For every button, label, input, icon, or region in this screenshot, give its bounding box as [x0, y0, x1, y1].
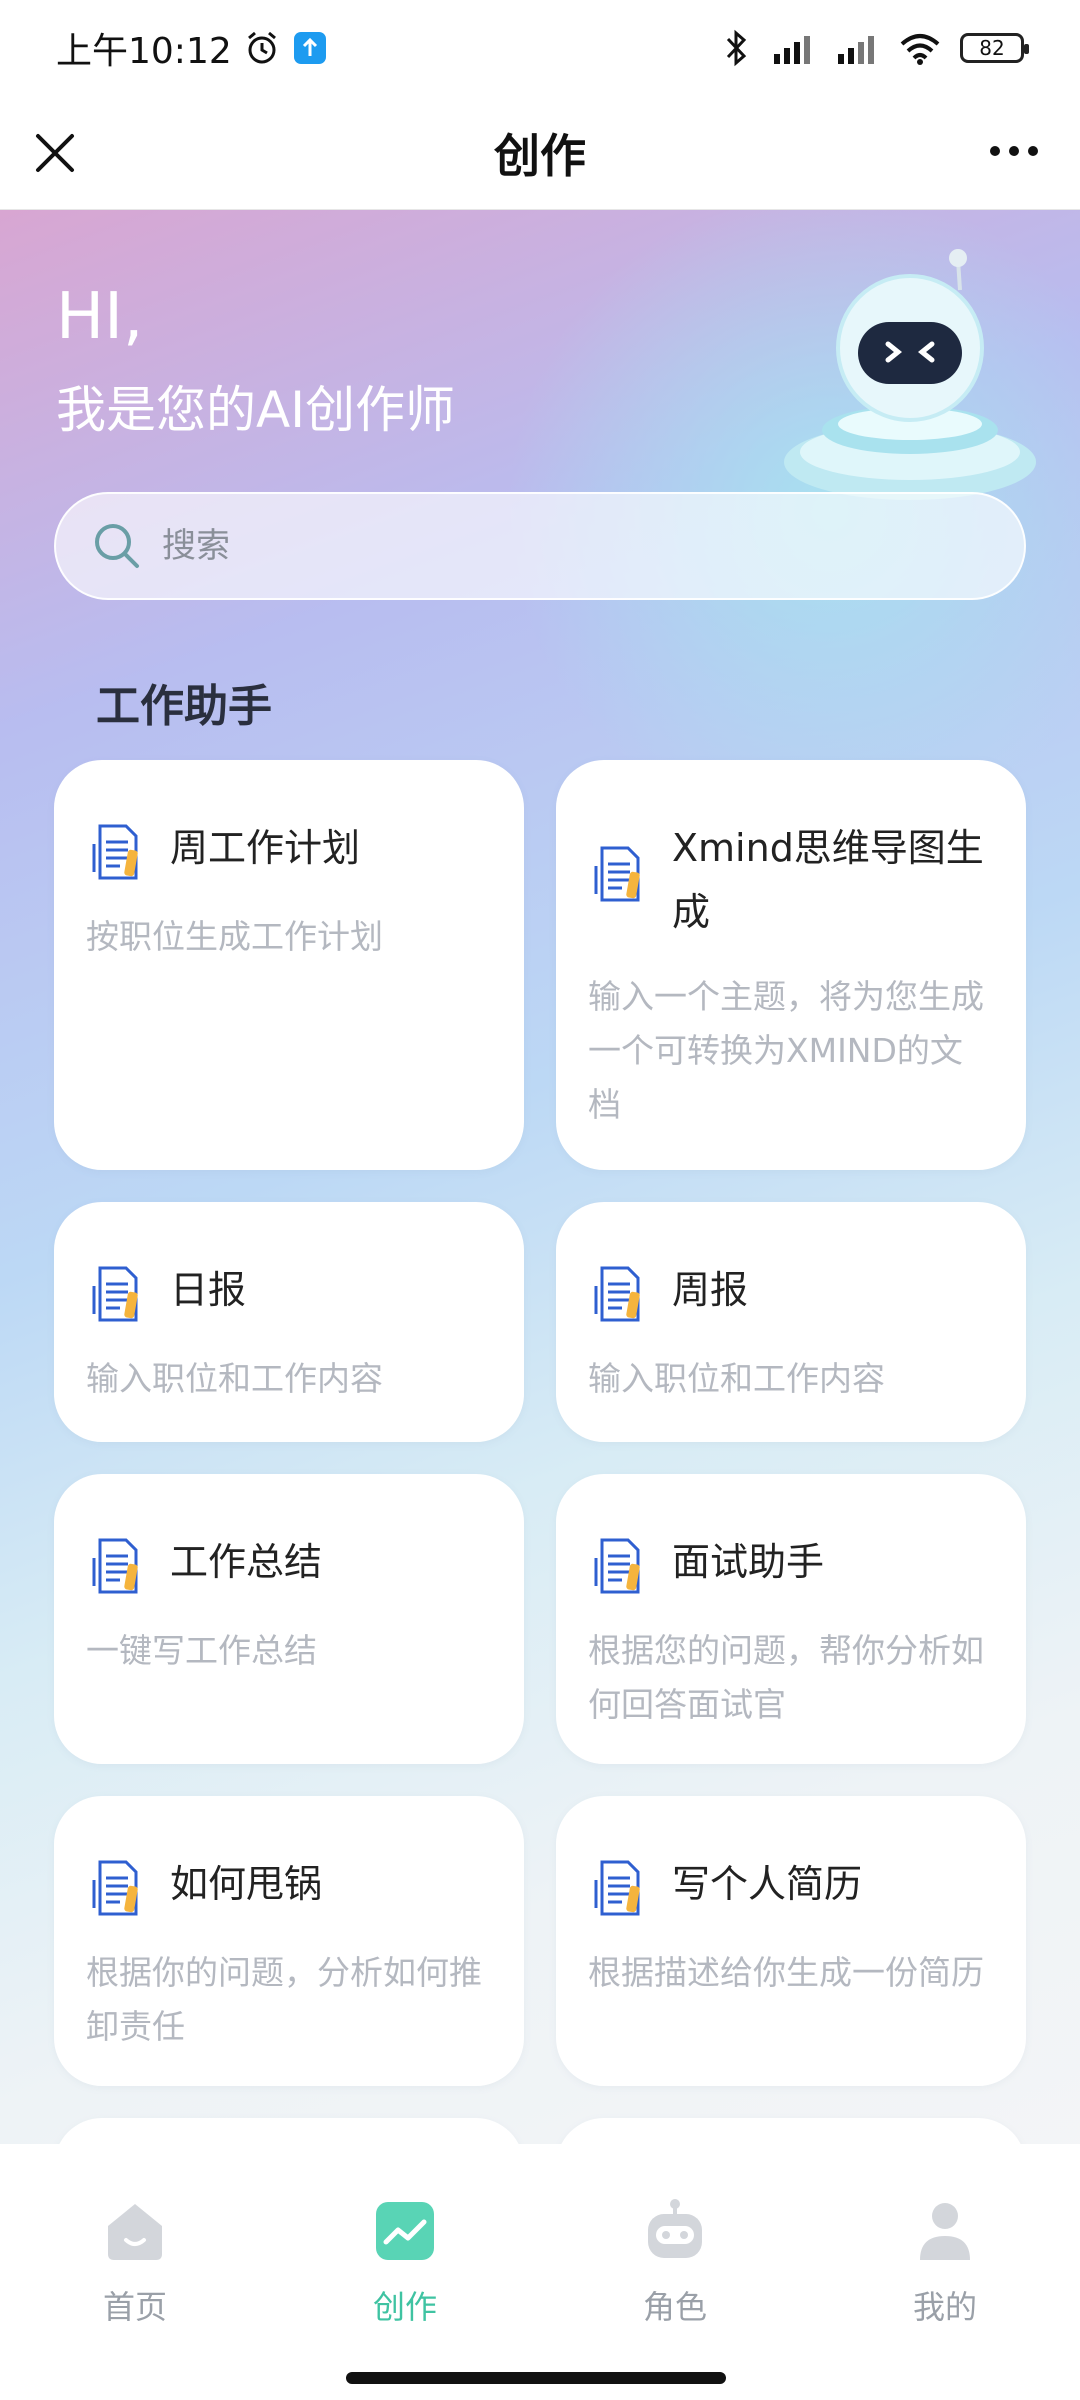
hero-section: HI, 我是您的AI创作师 工作助手 [0, 210, 1080, 2190]
search-icon [95, 524, 139, 568]
card-title: 写个人简历 [672, 1862, 863, 1906]
card-xmind[interactable]: Xmind思维导图生成 输入一个主题，将为您生成一个可转换为XMIND的文档 [556, 760, 1026, 1170]
card-head: Xmind思维导图生成 [588, 816, 994, 944]
card-interview-assistant[interactable]: 面试助手 根据您的问题，帮你分析如何回答面试官 [556, 1474, 1026, 1764]
assistant-grid: 周工作计划 按职位生成工作计划 Xmind思维导图生成 输入一个主题，将为您生成… [54, 760, 1026, 2190]
home-indicator[interactable] [346, 2372, 726, 2384]
tab-create[interactable]: 创作 [315, 2198, 495, 2400]
card-description: 输入一个主题，将为您生成一个可转换为XMIND的文档 [588, 977, 984, 1124]
card-description: 根据您的问题，帮你分析如何回答面试官 [588, 1631, 984, 1724]
greeting-text: HI, [56, 280, 144, 354]
tab-label: 首页 [102, 2288, 167, 2326]
tab-label: 我的 [912, 2288, 977, 2326]
search-bar[interactable] [54, 492, 1026, 600]
card-title: 日报 [170, 1268, 247, 1312]
card-head: 面试助手 [588, 1530, 994, 1598]
alarm-icon [247, 31, 276, 64]
create-icon [376, 2202, 434, 2260]
page-title: 创作 [494, 128, 586, 183]
card-description: 输入职位和工作内容 [588, 1359, 885, 1398]
document-icon [594, 846, 640, 902]
battery-indicator: 82 [960, 33, 1029, 63]
search-input[interactable] [162, 526, 982, 566]
card-title: 面试助手 [672, 1540, 825, 1584]
more-dot-icon [1028, 146, 1038, 156]
card-title: Xmind思维导图生成 [672, 826, 984, 934]
tab-profile[interactable]: 我的 [855, 2198, 1035, 2400]
card-head: 如何甩锅 [86, 1852, 492, 1920]
tab-label: 角色 [642, 2288, 707, 2326]
battery-level: 82 [979, 36, 1005, 60]
status-bar: 上午10:12 82 [0, 0, 1080, 96]
card-title: 工作总结 [170, 1540, 323, 1584]
card-shift-blame[interactable]: 如何甩锅 根据你的问题，分析如何推卸责任 [54, 1796, 524, 2086]
card-resume[interactable]: 写个人简历 根据描述给你生成一份简历 [556, 1796, 1026, 2086]
card-head: 周报 [588, 1258, 994, 1326]
robot-mascot-icon [784, 249, 1036, 500]
card-title: 周报 [672, 1268, 749, 1312]
document-icon [594, 1266, 640, 1322]
tab-role[interactable]: 角色 [585, 2198, 765, 2400]
status-time: 上午10:12 [56, 31, 232, 72]
signal-icon-2 [838, 36, 874, 64]
card-head: 写个人简历 [588, 1852, 994, 1920]
tab-home[interactable]: 首页 [45, 2198, 225, 2400]
wifi-icon [900, 34, 940, 65]
card-description: 根据描述给你生成一份简历 [588, 1953, 984, 1992]
card-title: 如何甩锅 [170, 1862, 323, 1906]
robot-icon [648, 2199, 702, 2258]
document-icon [92, 1538, 138, 1594]
title-bar: 创作 [0, 96, 1080, 210]
bottom-tab-bar: 首页 创作 角色 我的 [0, 2144, 1080, 2400]
home-icon [108, 2204, 162, 2260]
section-title: 工作助手 [96, 681, 272, 732]
status-left: 上午10:12 [56, 22, 328, 74]
more-options-button[interactable] [984, 126, 1044, 176]
profile-icon [920, 2203, 970, 2260]
greeting-subtitle: 我是您的AI创作师 [56, 381, 455, 439]
document-icon [92, 1860, 138, 1916]
app-notification-icon [293, 32, 326, 64]
document-icon [594, 1860, 640, 1916]
signal-icon [774, 36, 810, 64]
more-dot-icon [990, 146, 1000, 156]
card-daily-report[interactable]: 日报 输入职位和工作内容 [54, 1202, 524, 1442]
tab-label: 创作 [372, 2288, 437, 2326]
more-dot-icon [1009, 146, 1019, 156]
card-work-summary[interactable]: 工作总结 一键写工作总结 [54, 1474, 524, 1764]
card-description: 一键写工作总结 [86, 1631, 317, 1670]
card-head: 工作总结 [86, 1530, 492, 1598]
card-description: 输入职位和工作内容 [86, 1359, 383, 1398]
close-icon[interactable] [30, 128, 80, 178]
bluetooth-icon [726, 29, 747, 67]
document-icon [594, 1538, 640, 1594]
document-icon [92, 1266, 138, 1322]
card-title: 周工作计划 [170, 826, 361, 870]
card-weekly-plan[interactable]: 周工作计划 按职位生成工作计划 [54, 760, 524, 1170]
card-head: 日报 [86, 1258, 492, 1326]
card-weekly-report[interactable]: 周报 输入职位和工作内容 [556, 1202, 1026, 1442]
status-right: 82 [722, 29, 1029, 67]
card-head: 周工作计划 [86, 816, 492, 884]
card-description: 根据你的问题，分析如何推卸责任 [86, 1953, 482, 2046]
document-icon [92, 824, 138, 880]
card-description: 按职位生成工作计划 [86, 917, 383, 956]
